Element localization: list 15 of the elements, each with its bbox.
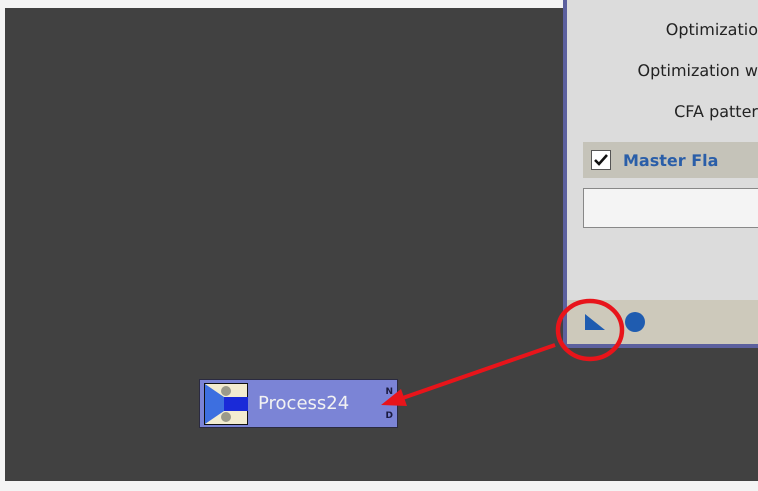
circle-icon[interactable] [625,312,645,332]
triangle-icon[interactable] [585,314,605,330]
checkbox-row[interactable]: Master Fla [583,142,758,178]
text-field[interactable] [583,188,758,228]
port-label: D [385,410,393,420]
port-label: N [385,386,393,396]
field-label: Optimization w [637,61,758,81]
checkbox[interactable] [591,150,611,170]
annotation-circle [556,298,624,362]
process-icon [204,382,248,424]
checkbox-label: Master Fla [623,150,718,170]
field-label: Optimizatio [666,20,758,40]
node-title: Process24 [258,393,350,414]
field-label: CFA patter [674,102,758,122]
process-node[interactable]: Process24 N D [199,379,398,428]
